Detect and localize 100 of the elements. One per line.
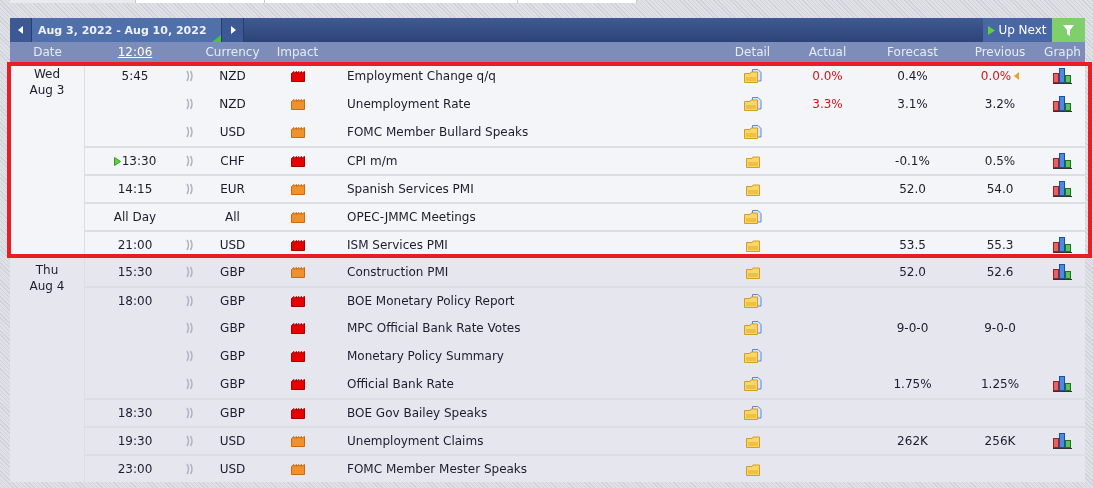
event-title[interactable]: FOMC Member Mester Speaks	[347, 462, 528, 476]
sound-icon[interactable]	[186, 322, 194, 334]
currency-code: USD	[219, 238, 246, 252]
event-title[interactable]: Monetary Policy Summary	[347, 349, 504, 363]
next-week-button[interactable]	[222, 18, 244, 42]
forecast-value: -0.1%	[895, 154, 930, 168]
event-title[interactable]: BOE Gov Bailey Speaks	[347, 406, 488, 420]
folder-icon[interactable]	[743, 376, 762, 392]
currency-code: USD	[219, 125, 246, 139]
forecast-value: 3.1%	[897, 97, 928, 111]
event-time: 21:00	[117, 238, 153, 252]
forecast-value: 1.75%	[893, 377, 932, 391]
event-title[interactable]: BOE Monetary Policy Report	[347, 294, 515, 308]
event-time: 23:00	[117, 462, 153, 476]
sound-icon[interactable]	[186, 378, 194, 390]
folder-icon[interactable]	[745, 265, 760, 279]
currency-code: EUR	[220, 182, 245, 196]
column-header: Detail	[734, 45, 771, 59]
folder-icon[interactable]	[745, 462, 760, 476]
event-title[interactable]: Unemployment Rate	[347, 97, 471, 111]
folder-icon[interactable]	[745, 154, 760, 168]
event-title[interactable]: ISM Services PMI	[347, 238, 448, 252]
forecast-value: 52.0	[899, 265, 926, 279]
sound-icon[interactable]	[186, 239, 194, 251]
sound-icon[interactable]	[186, 435, 194, 447]
folder-icon[interactable]	[743, 348, 762, 364]
bar-chart-icon[interactable]	[1053, 376, 1072, 392]
sound-icon[interactable]	[186, 407, 194, 419]
right-arrow-icon	[229, 26, 236, 34]
previous-value: 0.5%	[984, 154, 1016, 168]
previous-value: 0.0%	[980, 69, 1012, 83]
previous-value: 3.2%	[984, 97, 1016, 111]
sound-icon[interactable]	[186, 350, 194, 362]
event-title[interactable]: FOMC Member Bullard Speaks	[347, 125, 529, 139]
bar-chart-icon[interactable]	[1053, 96, 1072, 112]
bar-chart-icon[interactable]	[1053, 181, 1072, 197]
previous-value: 54.0	[986, 182, 1014, 196]
actual-value: 3.3%	[812, 97, 843, 111]
event-time: 18:30	[117, 406, 153, 420]
folder-icon[interactable]	[743, 124, 762, 140]
folder-icon[interactable]	[743, 320, 762, 336]
event-title[interactable]: Spanish Services PMI	[347, 182, 474, 196]
sound-icon[interactable]	[186, 295, 194, 307]
folder-icon[interactable]	[743, 96, 762, 112]
event-title[interactable]: Official Bank Rate	[347, 377, 454, 391]
previous-value: 52.6	[986, 265, 1014, 279]
sound-icon[interactable]	[186, 126, 194, 138]
up-next-button[interactable]: Up Next	[983, 18, 1052, 42]
event-title[interactable]: Construction PMI	[347, 265, 449, 279]
event-title[interactable]: CPI m/m	[347, 154, 398, 168]
bar-chart-icon[interactable]	[1053, 237, 1072, 253]
event-time: 14:15	[117, 182, 153, 196]
event-time: 5:45	[121, 69, 149, 83]
bar-chart-icon[interactable]	[1053, 68, 1072, 84]
event-time: 15:30	[117, 265, 153, 279]
folder-icon[interactable]	[745, 238, 760, 252]
bar-chart-icon[interactable]	[1053, 264, 1072, 280]
currency-code: GBP	[220, 265, 245, 279]
currency-code: GBP	[220, 294, 245, 308]
bar-chart-icon[interactable]	[1053, 433, 1072, 449]
folder-icon[interactable]	[743, 68, 762, 84]
column-header: Previous	[974, 45, 1026, 59]
event-time: 13:30	[121, 154, 157, 168]
event-title[interactable]: Unemployment Claims	[347, 434, 484, 448]
column-header: Forecast	[887, 45, 938, 59]
currency-code: NZD	[219, 97, 246, 111]
event-time: All Day	[113, 210, 157, 224]
folder-icon[interactable]	[745, 182, 760, 196]
currency-code: USD	[219, 434, 246, 448]
previous-value: 256K	[984, 434, 1016, 448]
sound-icon[interactable]	[186, 463, 194, 475]
event-time: 19:30	[117, 434, 153, 448]
left-arrow-icon	[17, 26, 24, 34]
filter-button[interactable]	[1052, 18, 1085, 42]
column-header: Actual	[808, 45, 847, 59]
folder-icon[interactable]	[743, 293, 762, 309]
sound-icon[interactable]	[186, 155, 194, 167]
sound-icon[interactable]	[186, 266, 194, 278]
forecast-value: 0.4%	[897, 69, 928, 83]
previous-value: 1.25%	[980, 377, 1020, 391]
bar-chart-icon[interactable]	[1053, 153, 1072, 169]
event-title[interactable]: OPEC-JMMC Meetings	[347, 210, 476, 224]
currency-code: GBP	[220, 406, 245, 420]
folder-icon[interactable]	[743, 405, 762, 421]
event-title[interactable]: MPC Official Bank Rate Votes	[347, 321, 521, 335]
previous-week-button[interactable]	[10, 18, 32, 42]
play-icon	[988, 25, 996, 35]
weekday: Thu	[35, 262, 59, 278]
sound-icon[interactable]	[186, 70, 194, 82]
previous-value: 9-0-0	[984, 321, 1016, 335]
folder-icon[interactable]	[743, 209, 762, 225]
date-range-button[interactable]: Aug 3, 2022 - Aug 10, 2022	[32, 18, 222, 42]
event-time: 18:00	[117, 294, 153, 308]
event-title[interactable]: Employment Change q/q	[347, 69, 496, 83]
sound-icon[interactable]	[186, 98, 194, 110]
currency-code: NZD	[219, 69, 246, 83]
currency-code: GBP	[220, 377, 245, 391]
folder-icon[interactable]	[745, 434, 760, 448]
column-header: Currency	[205, 45, 260, 59]
sound-icon[interactable]	[186, 183, 194, 195]
